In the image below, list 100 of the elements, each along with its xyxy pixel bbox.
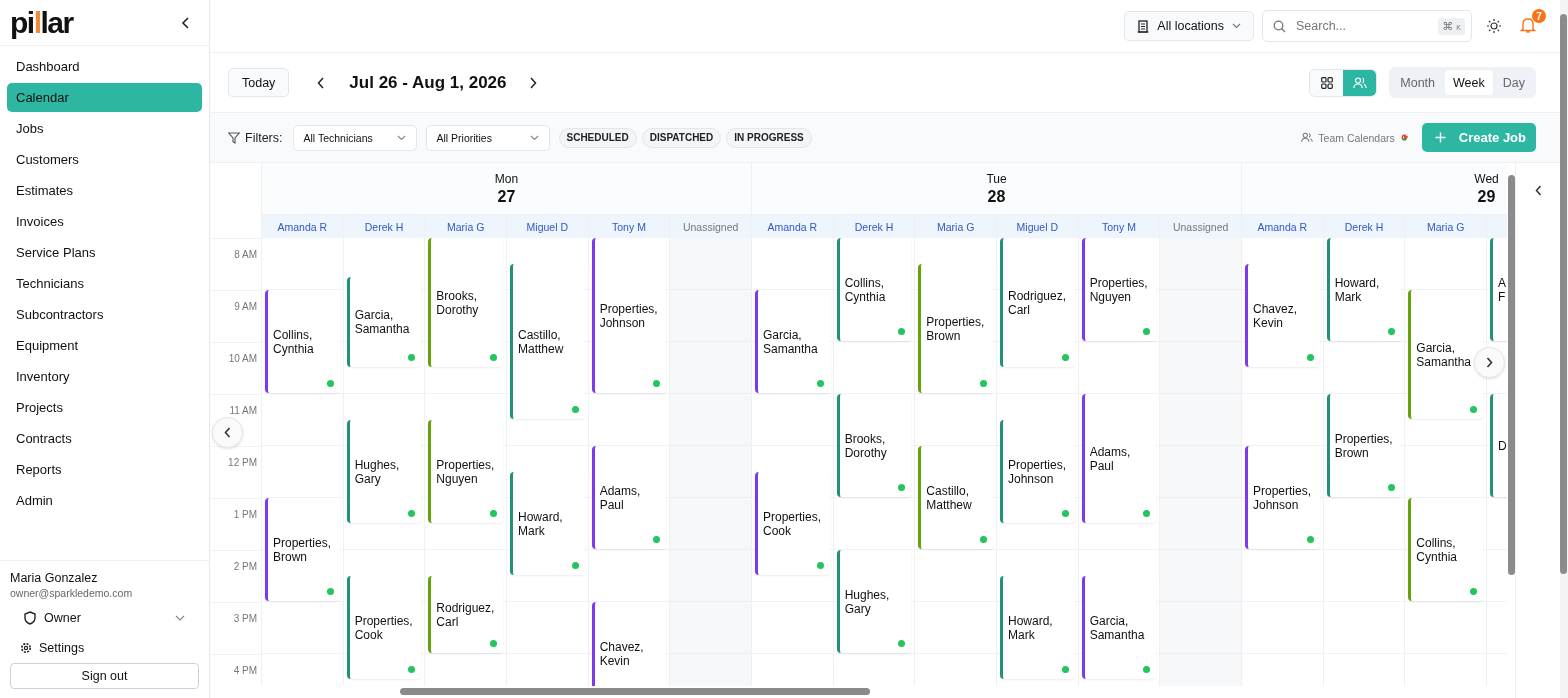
job-card[interactable]: Adams, Paul <box>591 446 667 549</box>
job-card[interactable]: Hughes, Gary <box>836 550 912 653</box>
job-card[interactable]: Properties, Nguyen <box>428 420 503 523</box>
nav-item[interactable]: Invoices <box>7 207 202 236</box>
job-card[interactable]: A F <box>1489 238 1507 341</box>
sun-icon[interactable] <box>1486 18 1502 34</box>
nav-item[interactable]: Projects <box>7 393 202 422</box>
status-filter-chip[interactable]: IN PROGRESS <box>726 127 812 148</box>
today-button[interactable]: Today <box>228 68 290 97</box>
status-dot <box>979 536 987 543</box>
job-card[interactable]: Properties, Nguyen <box>1081 238 1157 341</box>
job-card[interactable]: Collins, Cynthia <box>265 290 340 393</box>
job-card[interactable]: Chavez, Kevin <box>591 602 667 686</box>
status-dot <box>653 380 661 387</box>
job-card[interactable]: Properties, Johnson <box>1245 446 1320 549</box>
status-dot <box>1061 354 1069 361</box>
job-card[interactable]: Rodriguez, Carl <box>999 238 1075 367</box>
nav-item[interactable]: Service Plans <box>7 238 202 267</box>
team-calendars-link[interactable]: Team Calendars <box>1301 131 1409 144</box>
settings-link[interactable]: Settings <box>10 631 199 663</box>
user-email: owner@sparkledemo.com <box>10 587 134 599</box>
status-dot <box>1143 510 1151 517</box>
technician-header: Tony M <box>1102 220 1136 233</box>
chevron-left-icon[interactable] <box>317 76 326 89</box>
sign-out-button[interactable]: Sign out <box>10 663 199 689</box>
job-card[interactable]: Properties, Brown <box>918 264 993 393</box>
job-card[interactable]: Chavez, Kevin <box>1245 264 1320 367</box>
location-dropdown[interactable]: All locations <box>1124 11 1254 41</box>
technician-header: Amanda R <box>277 220 328 233</box>
status-dot <box>816 380 824 387</box>
nav-item[interactable]: Equipment <box>7 331 202 360</box>
job-card[interactable]: Collins, Cynthia <box>1408 498 1483 601</box>
notification-badge: 7 <box>1532 9 1546 23</box>
filter-dropdown[interactable]: All Priorities <box>425 124 550 151</box>
nav-item[interactable]: Estimates <box>7 176 202 205</box>
page-scrollbar[interactable] <box>1560 0 1568 698</box>
nav-item[interactable]: Subcontractors <box>7 300 202 329</box>
job-card[interactable]: Rodriguez, Carl <box>428 576 503 653</box>
job-card[interactable]: Garcia, Samantha <box>1408 290 1483 419</box>
job-card[interactable]: Castillo, Matthew <box>918 446 993 549</box>
technician-header: Derek H <box>1344 220 1384 233</box>
chevron-right-icon[interactable] <box>528 76 537 89</box>
chevron-left-icon[interactable] <box>1534 185 1542 196</box>
job-card[interactable]: Garcia, Samantha <box>346 277 422 367</box>
job-card[interactable]: Howard, Mark <box>509 472 585 575</box>
job-card[interactable]: D <box>1489 394 1507 497</box>
plus-icon <box>1434 132 1446 143</box>
view-tab[interactable]: Month <box>1392 70 1444 95</box>
job-card[interactable]: Garcia, Samantha <box>755 290 830 393</box>
status-dot <box>816 562 824 569</box>
filter-icon <box>228 131 240 144</box>
search-input[interactable]: Search... <box>1294 18 1431 34</box>
weekday-label: Tue <box>986 171 1007 186</box>
job-card[interactable]: Properties, Brown <box>1326 394 1402 497</box>
status-filter-chip[interactable]: DISPATCHED <box>641 127 722 148</box>
technician-header: Tony M <box>612 220 646 233</box>
nav-item[interactable]: Technicians <box>7 269 202 298</box>
job-card[interactable]: Adams, Paul <box>1081 394 1157 523</box>
technician-header: Unassigned <box>1172 220 1229 233</box>
status-filter-chip[interactable]: SCHEDULED <box>558 127 637 148</box>
nav-item[interactable]: Jobs <box>7 114 202 143</box>
status-dot <box>489 640 497 647</box>
chevron-left-icon[interactable] <box>181 15 191 30</box>
nav-item[interactable]: Calendar <box>7 83 202 112</box>
status-dot <box>653 536 661 543</box>
job-card[interactable]: Howard, Mark <box>1326 238 1402 341</box>
view-tab[interactable]: Week <box>1445 70 1493 95</box>
scroll-left-button[interactable] <box>212 417 243 448</box>
status-dot <box>1388 328 1396 335</box>
job-card[interactable]: Brooks, Dorothy <box>836 394 912 497</box>
job-card[interactable]: Properties, Cook <box>346 576 422 679</box>
job-card[interactable]: Castillo, Matthew <box>509 264 585 419</box>
job-card[interactable]: Properties, Cook <box>755 472 830 575</box>
view-tab[interactable]: Day <box>1494 70 1533 95</box>
nav-item[interactable]: Dashboard <box>7 52 202 81</box>
job-card[interactable]: Properties, Johnson <box>999 420 1075 523</box>
job-card[interactable]: Hughes, Gary <box>346 420 422 523</box>
time-label: 4 PM <box>233 665 257 676</box>
technician-header: Derek H <box>854 220 894 233</box>
job-card[interactable]: Properties, Johnson <box>591 238 667 393</box>
job-card[interactable]: Howard, Mark <box>999 576 1075 679</box>
job-card[interactable]: Brooks, Dorothy <box>428 238 503 367</box>
nav-item[interactable]: Contracts <box>7 424 202 453</box>
role-dropdown[interactable]: Owner <box>10 599 199 631</box>
technician-header: Miguel D <box>526 220 568 233</box>
status-dot <box>571 562 579 569</box>
status-dot <box>898 328 906 335</box>
nav-item[interactable]: Reports <box>7 455 202 484</box>
status-dot <box>1306 354 1314 361</box>
job-card[interactable]: Collins, Cynthia <box>836 238 912 341</box>
nav-item[interactable]: Admin <box>7 486 202 515</box>
filter-dropdown[interactable]: All Technicians <box>292 124 417 151</box>
job-card[interactable]: Properties, Brown <box>265 498 340 601</box>
time-label: 2 PM <box>233 561 257 572</box>
nav-item[interactable]: Customers <box>7 145 202 174</box>
bell-icon[interactable] <box>1520 17 1536 34</box>
nav-item[interactable]: Inventory <box>7 362 202 391</box>
job-card[interactable]: Garcia, Samantha <box>1081 576 1157 679</box>
technician-header: Amanda R <box>767 220 818 233</box>
time-label: 8 AM <box>234 249 257 260</box>
